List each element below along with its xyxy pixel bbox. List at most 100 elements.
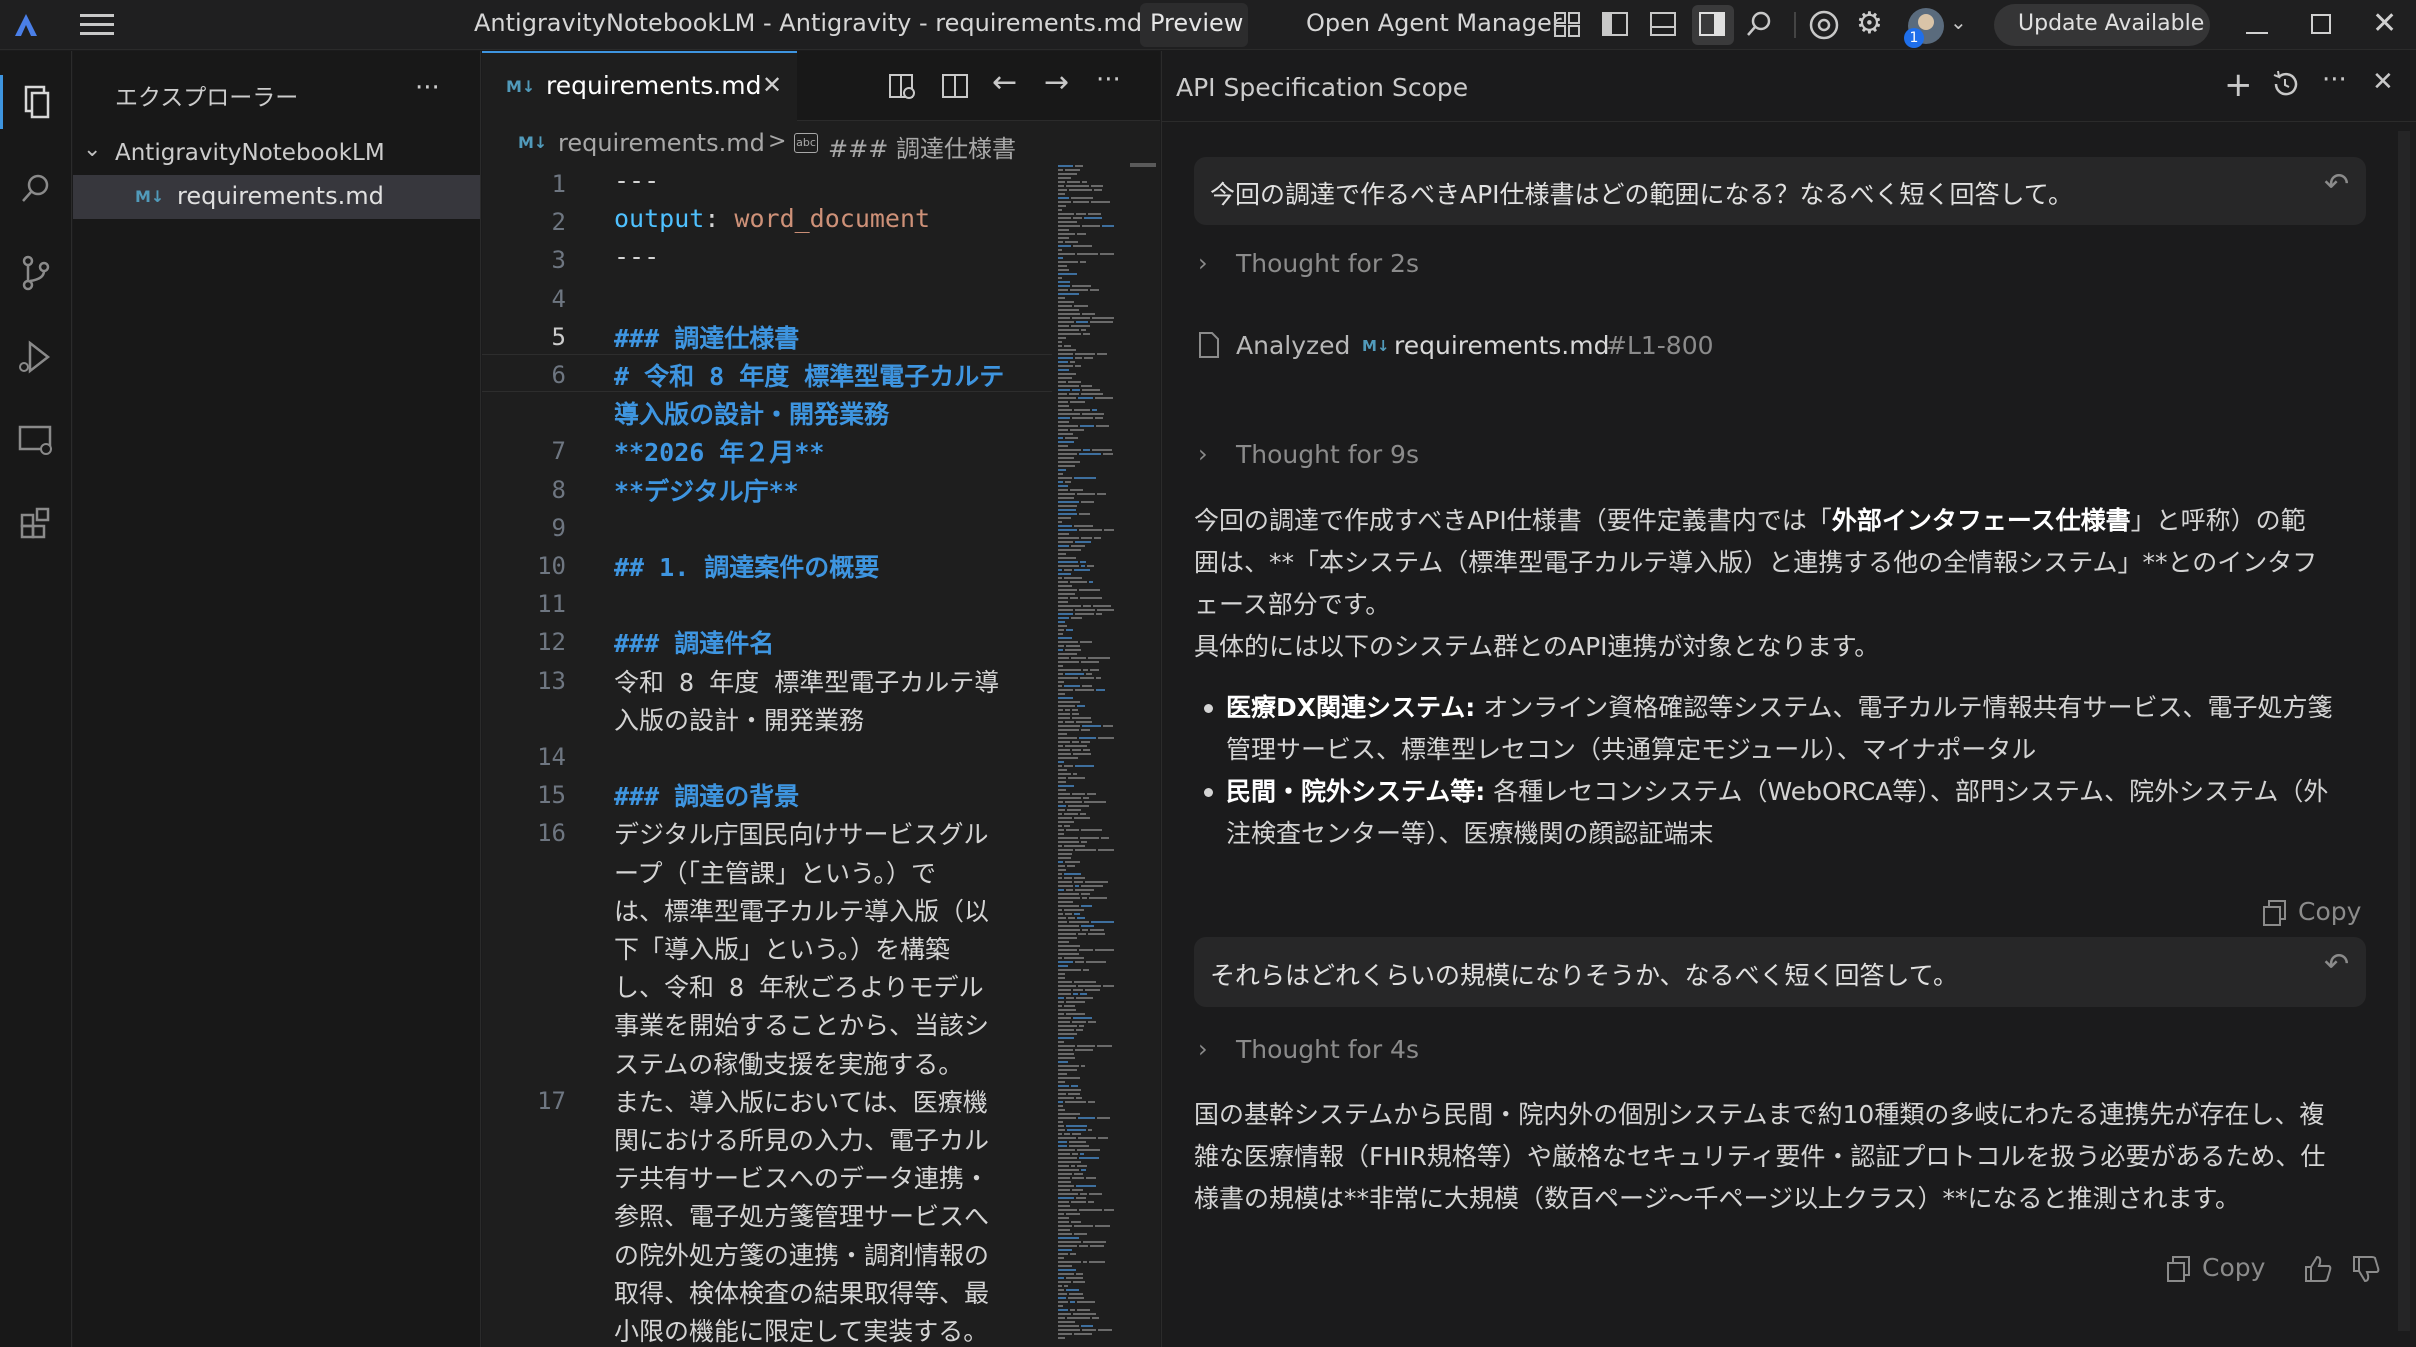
chevron-down-icon[interactable]: ⌄ xyxy=(1950,10,1967,34)
toggle-panel-icon[interactable] xyxy=(1648,9,1684,41)
preview-button[interactable]: Preview xyxy=(1140,3,1248,47)
minimap-line xyxy=(1068,381,1081,383)
scrollbar-thumb[interactable] xyxy=(1130,163,1156,167)
arrow-right-icon[interactable]: → xyxy=(1044,65,1069,100)
open-preview-icon[interactable] xyxy=(884,71,920,109)
menu-icon[interactable] xyxy=(80,14,114,36)
minimap-line xyxy=(1075,1049,1093,1051)
minimap-line xyxy=(1104,529,1114,531)
minimap-line xyxy=(1077,233,1086,235)
breadcrumb-file[interactable]: requirements.md xyxy=(558,129,765,157)
extensions-icon[interactable] xyxy=(10,499,62,551)
minimap-line xyxy=(1082,181,1087,183)
source-control-icon[interactable] xyxy=(10,247,62,299)
minimap-line xyxy=(1073,993,1078,995)
minimap-line xyxy=(1058,509,1076,511)
more-actions-button[interactable]: ··· xyxy=(415,73,440,103)
minimap-line xyxy=(1058,629,1064,631)
minimap-line xyxy=(1058,917,1066,919)
minimap-line xyxy=(1081,1169,1086,1171)
analyzed-file-link[interactable]: requirements.md xyxy=(1394,331,1609,360)
split-editor-icon[interactable] xyxy=(937,71,973,109)
minimap-line xyxy=(1081,905,1092,907)
avatar[interactable]: 1 xyxy=(1904,8,1944,48)
arrow-left-icon[interactable]: ← xyxy=(992,65,1017,100)
minimap-line xyxy=(1058,449,1081,451)
minimap-line xyxy=(1058,525,1072,527)
agent-panel-title: API Specification Scope xyxy=(1176,73,1469,102)
minimap-line xyxy=(1082,313,1095,315)
more-actions-icon[interactable]: ··· xyxy=(1096,65,1121,95)
folder-row[interactable]: ⌄ AntigravityNotebookLM xyxy=(73,135,480,173)
user-message-1[interactable]: 今回の調達で作るべきAPI仕様書はどの範囲になる？なるべく短く回答して。 ↶ xyxy=(1194,157,2366,225)
close-window-icon[interactable]: ✕ xyxy=(2372,6,2397,41)
analyzed-file-step[interactable]: Analyzed M↓ requirements.md #L1-800 xyxy=(1198,327,1798,367)
remote-explorer-icon[interactable] xyxy=(10,415,62,467)
file-name: requirements.md xyxy=(177,182,384,210)
minimap-line xyxy=(1064,909,1084,911)
explorer-title: エクスプローラー xyxy=(115,85,299,111)
minimize-icon[interactable] xyxy=(2246,32,2268,34)
maximize-icon[interactable] xyxy=(2311,14,2331,34)
thumbs-up-icon[interactable] xyxy=(2302,1253,2334,1285)
breadcrumb: M↓ requirements.md > abc ### 調達仕様書 xyxy=(482,123,1160,163)
code-line: ープ（「主管課」という。）で xyxy=(614,858,937,888)
tab-requirements[interactable]: M↓ requirements.md ✕ xyxy=(482,51,797,121)
scrollbar-track[interactable] xyxy=(2398,131,2410,1331)
minimap-line xyxy=(1096,425,1109,427)
minimap-line xyxy=(1058,341,1062,343)
search-icon[interactable] xyxy=(1744,9,1780,41)
minimap-line xyxy=(1071,325,1090,327)
minimap-line xyxy=(1081,893,1090,895)
update-available-button[interactable]: Update Available xyxy=(1994,4,2210,46)
minimap[interactable] xyxy=(1056,161,1116,1347)
minimap-line xyxy=(1058,1181,1071,1183)
minimap-line xyxy=(1075,357,1082,359)
thought-toggle-1[interactable]: › Thought for 2s xyxy=(1198,247,1598,283)
minimap-line xyxy=(1077,1045,1095,1047)
minimap-line xyxy=(1072,717,1091,719)
user-message-2[interactable]: それらはどれくらいの規模になりそうか、なるべく短く回答して。 ↶ xyxy=(1194,937,2366,1007)
thought-toggle-3[interactable]: › Thought for 4s xyxy=(1198,1033,1598,1069)
minimap-line xyxy=(1077,253,1098,255)
more-actions-icon[interactable]: ··· xyxy=(2322,65,2347,95)
run-debug-icon[interactable] xyxy=(10,331,62,383)
line-number: 6 xyxy=(551,361,566,389)
tab-close-icon[interactable]: ✕ xyxy=(762,71,782,99)
open-agent-manager-button[interactable]: Open Agent Manager xyxy=(1306,9,1562,37)
explorer-icon[interactable] xyxy=(10,77,62,129)
minimap-line xyxy=(1089,1261,1105,1263)
history-icon[interactable] xyxy=(2270,69,2300,99)
minimap-line xyxy=(1086,961,1106,963)
minimap-line xyxy=(1058,289,1068,291)
minimap-line xyxy=(1064,825,1070,827)
close-panel-icon[interactable]: ✕ xyxy=(2372,67,2394,97)
minimap-line xyxy=(1058,513,1077,515)
copy-button[interactable]: Copy xyxy=(2262,895,2372,931)
chrome-icon[interactable] xyxy=(1808,9,1844,41)
thumbs-down-icon[interactable] xyxy=(2350,1253,2382,1285)
minimap-line xyxy=(1098,1329,1112,1331)
minimap-line xyxy=(1058,445,1068,447)
minimap-line xyxy=(1058,185,1064,187)
search-sidebar-icon[interactable] xyxy=(10,163,62,215)
toggle-secondary-sidebar-icon[interactable] xyxy=(1692,5,1734,45)
gear-icon[interactable]: ⚙ xyxy=(1856,9,1892,41)
code-line: 小限の機能に限定して実装する。 xyxy=(614,1317,989,1346)
file-row-requirements[interactable]: M↓ requirements.md xyxy=(73,175,480,219)
thought-toggle-2[interactable]: › Thought for 9s xyxy=(1198,438,1598,474)
undo-icon[interactable]: ↶ xyxy=(2324,167,2349,202)
undo-icon[interactable]: ↶ xyxy=(2324,947,2349,982)
breadcrumb-symbol[interactable]: ### 調達仕様書 xyxy=(828,129,1016,164)
answer-line: 具体的には以下のシステム群とのAPI連携が対象となります。 xyxy=(1194,632,1880,661)
layout-grid-icon[interactable] xyxy=(1552,9,1588,41)
antigravity-logo-icon[interactable] xyxy=(12,12,40,38)
toggle-primary-sidebar-icon[interactable] xyxy=(1600,9,1636,41)
minimap-line xyxy=(1071,1221,1081,1223)
minimap-line xyxy=(1080,425,1094,427)
minimap-line xyxy=(1058,241,1063,243)
code-line: ### 調達の背景 xyxy=(614,782,800,812)
new-conversation-icon[interactable]: + xyxy=(2224,65,2253,105)
copy-button[interactable]: Copy xyxy=(2166,1251,2276,1287)
minimap-line xyxy=(1081,885,1103,887)
